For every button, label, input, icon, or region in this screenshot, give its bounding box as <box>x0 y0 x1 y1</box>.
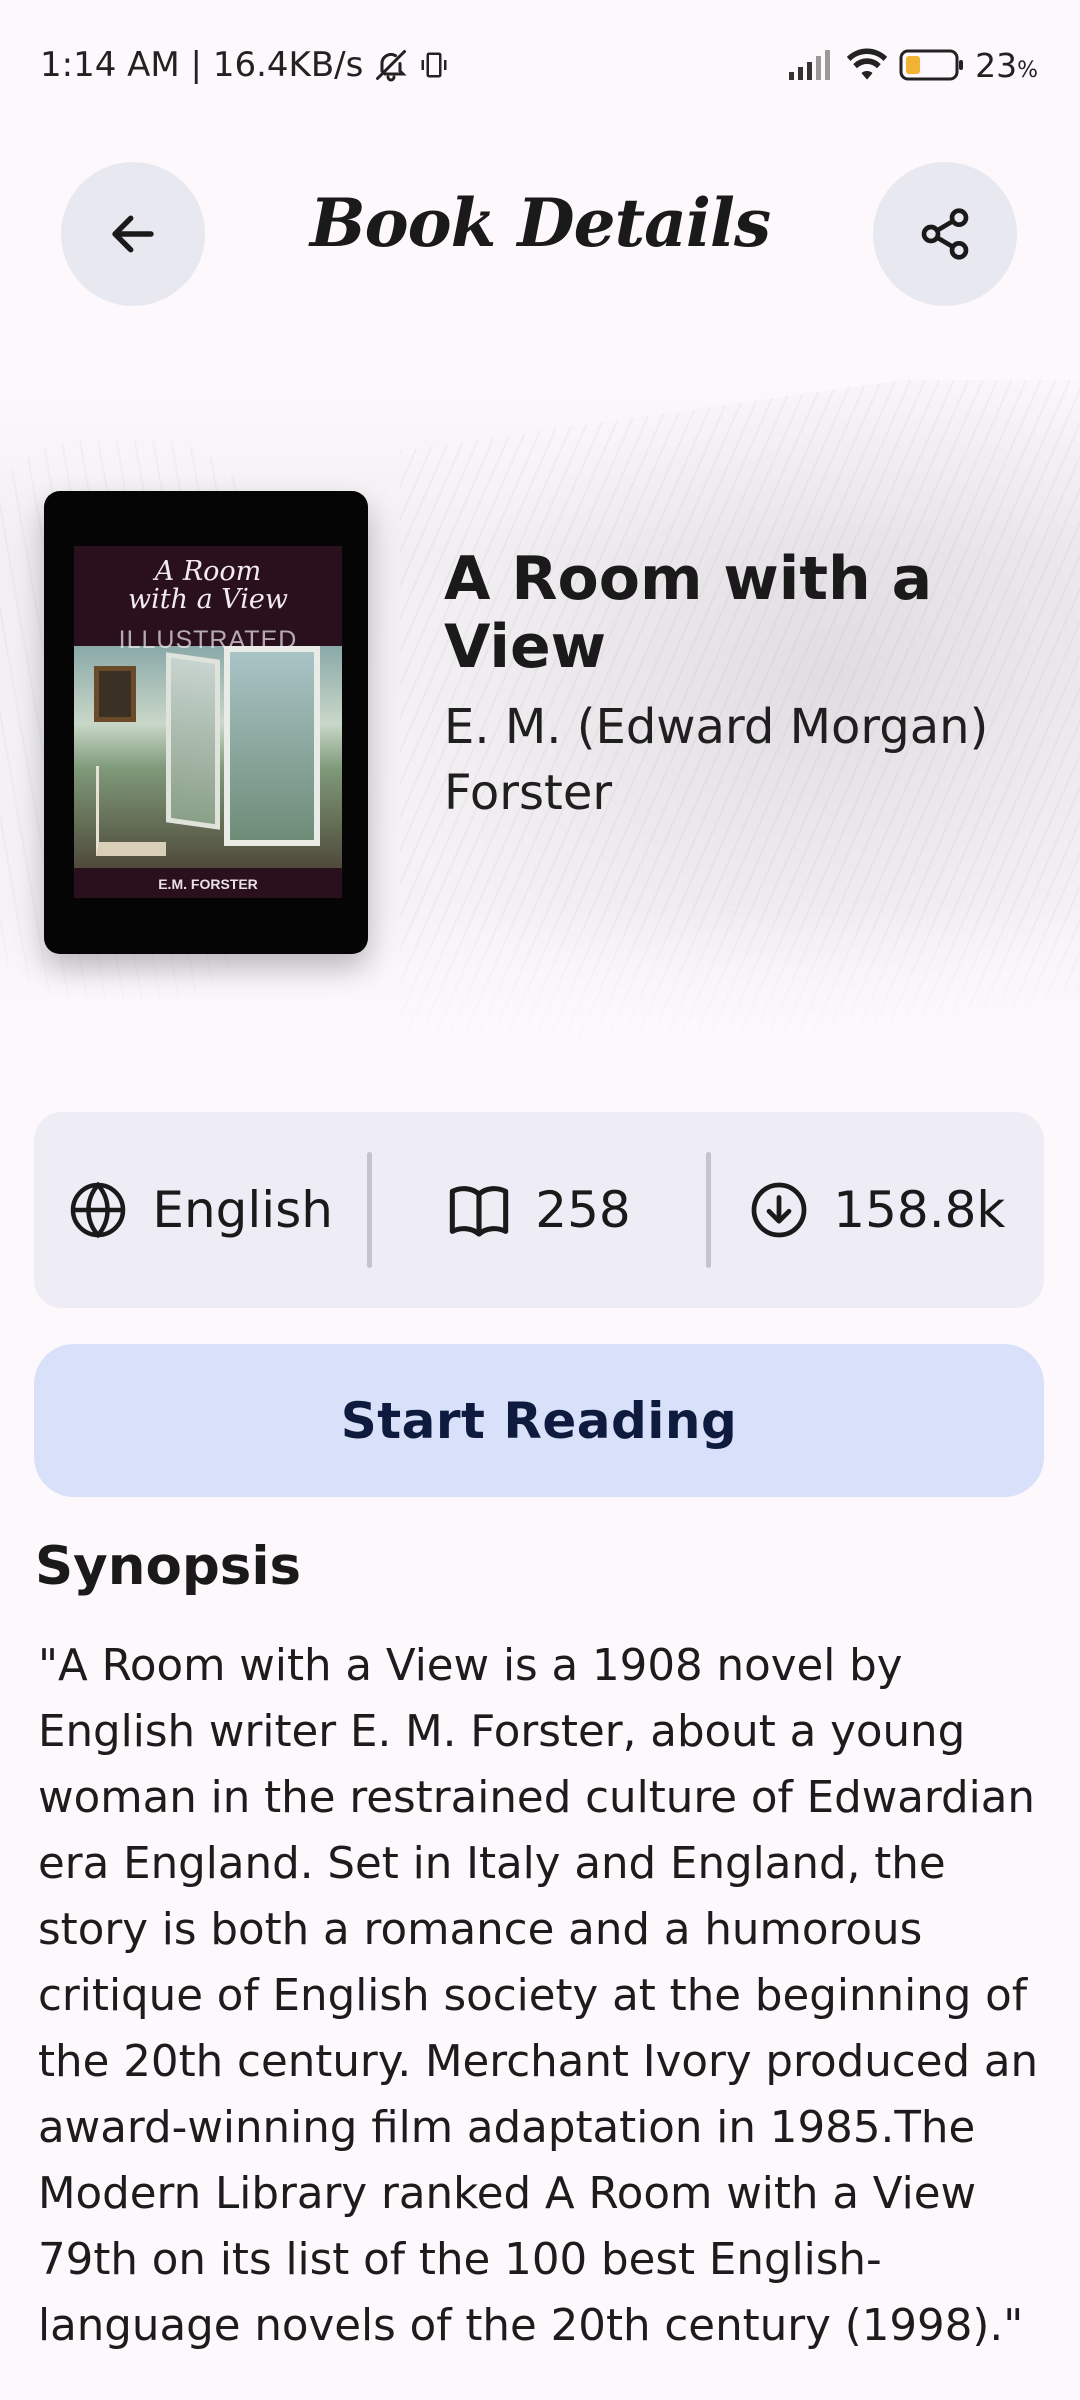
mute-bell-icon <box>373 47 409 83</box>
start-reading-button[interactable]: Start Reading <box>34 1344 1044 1497</box>
battery-icon <box>899 48 965 82</box>
language-value: English <box>152 1181 333 1239</box>
book-author: E. M. (Edward Morgan) Forster <box>444 699 989 821</box>
status-left: 1:14 AM | 16.4KB/s <box>40 45 449 85</box>
vibrate-icon <box>419 50 449 80</box>
status-time-speed: 1:14 AM | 16.4KB/s <box>40 45 364 85</box>
stat-downloads: 158.8k <box>711 1112 1044 1308</box>
open-book-icon <box>447 1180 511 1240</box>
download-circle-icon <box>749 1180 809 1240</box>
share-button[interactable] <box>873 162 1017 306</box>
back-button[interactable] <box>61 162 205 306</box>
status-right: 23% <box>787 46 1038 85</box>
status-bar: 1:14 AM | 16.4KB/s 23% <box>0 0 1080 130</box>
book-stats-card: English 258 158.8k <box>34 1112 1044 1308</box>
wifi-icon <box>845 48 889 82</box>
downloads-value: 158.8k <box>833 1181 1006 1239</box>
battery-level: 23% <box>975 45 1038 85</box>
signal-icon <box>787 50 835 80</box>
share-icon <box>921 208 969 260</box>
globe-icon <box>68 1180 128 1240</box>
cover-title: A Room with a View <box>128 556 288 615</box>
pages-value: 258 <box>535 1181 631 1239</box>
book-cover[interactable]: A Room with a View ILLUSTRATED E.M. FORS… <box>44 491 368 954</box>
cover-art: A Room with a View ILLUSTRATED E.M. FORS… <box>74 546 342 898</box>
synopsis-heading: Synopsis <box>35 1536 302 1597</box>
synopsis-text: "A Room with a View is a 1908 novel by E… <box>38 1641 1039 2351</box>
stat-pages: 258 <box>372 1112 705 1308</box>
page-title: Book Details <box>309 184 771 262</box>
arrow-left-icon <box>112 215 154 253</box>
stat-language: English <box>34 1112 367 1308</box>
cover-subtitle: ILLUSTRATED <box>118 626 298 654</box>
top-app-bar: Book Details <box>0 162 1080 306</box>
book-title: A Room with a View <box>444 544 933 682</box>
cover-author: E.M. FORSTER <box>158 876 258 892</box>
book-details-screen: 1:14 AM | 16.4KB/s 23% Book Details A Ro… <box>0 0 1080 2400</box>
